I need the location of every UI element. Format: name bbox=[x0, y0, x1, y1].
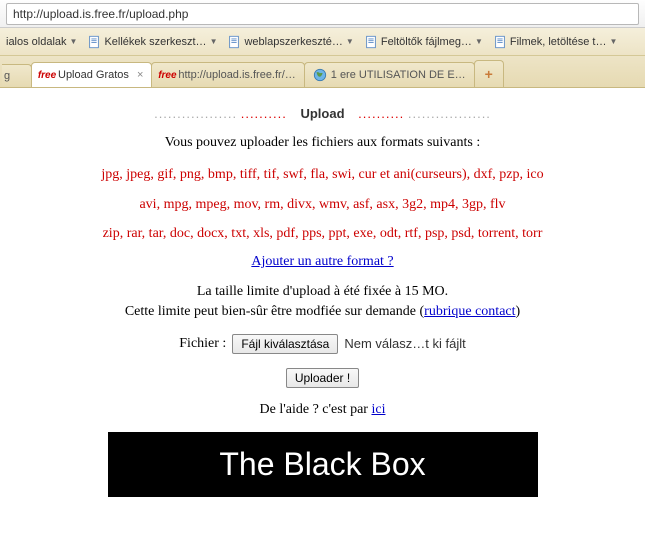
dots-decoration: .................. bbox=[408, 106, 491, 121]
chevron-down-icon: ▼ bbox=[475, 37, 483, 46]
free-icon: free bbox=[160, 68, 174, 82]
plus-icon: + bbox=[485, 66, 493, 82]
help-link[interactable]: ici bbox=[371, 402, 385, 417]
tab[interactable]: g bbox=[2, 64, 32, 87]
dots-decoration: .................. bbox=[154, 106, 237, 121]
help-text: De l'aide ? c'est par ici bbox=[20, 402, 625, 418]
upload-row: Uploader ! bbox=[20, 368, 625, 388]
page-icon bbox=[87, 35, 101, 49]
add-format-link[interactable]: Ajouter un autre format ? bbox=[251, 254, 393, 269]
black-box-banner: The Black Box bbox=[108, 432, 538, 497]
limit-pre: Cette limite peut bien-sûr être modfiée … bbox=[125, 304, 424, 319]
file-status: Nem válasz…t ki fájlt bbox=[344, 336, 465, 351]
bookmark-item[interactable]: Filmek, letöltése t… ▼ bbox=[489, 33, 622, 51]
tab-label: Upload Gratos bbox=[58, 69, 129, 81]
bookmark-item[interactable]: Feltöltők fájlmeg… ▼ bbox=[360, 33, 487, 51]
header-line: .................. .......... Upload ...… bbox=[20, 106, 625, 121]
bookmark-label: Feltöltők fájlmeg… bbox=[381, 36, 472, 48]
limit-post: ) bbox=[516, 304, 521, 319]
page-icon bbox=[227, 35, 241, 49]
limit-text-2: Cette limite peut bien-sûr être modfiée … bbox=[20, 304, 625, 320]
dots-decoration: .......... bbox=[241, 106, 287, 121]
chevron-down-icon: ▼ bbox=[210, 37, 218, 46]
chevron-down-icon: ▼ bbox=[346, 37, 354, 46]
contact-link[interactable]: rubrique contact bbox=[424, 304, 515, 319]
intro-text: Vous pouvez uploader les fichiers aux fo… bbox=[20, 135, 625, 151]
chevron-down-icon: ▼ bbox=[609, 37, 617, 46]
bookmarks-bar: ialos oldalak ▼ Kellékek szerkeszt… ▼ we… bbox=[0, 28, 645, 56]
formats-line-1: jpg, jpeg, gif, png, bmp, tiff, tif, swf… bbox=[20, 165, 625, 185]
free-icon: free bbox=[40, 68, 54, 82]
address-bar bbox=[0, 0, 645, 28]
tab-label: 1 ere UTILISATION DE E… bbox=[331, 69, 466, 81]
bookmark-label: Filmek, letöltése t… bbox=[510, 36, 607, 48]
upload-button[interactable]: Uploader ! bbox=[286, 368, 359, 388]
file-label: Fichier : bbox=[179, 336, 226, 352]
tab[interactable]: free http://upload.is.free.fr/… bbox=[151, 62, 304, 87]
dots-decoration: .......... bbox=[358, 106, 404, 121]
bookmark-item[interactable]: Kellékek szerkeszt… ▼ bbox=[83, 33, 221, 51]
page-icon bbox=[493, 35, 507, 49]
page-icon bbox=[364, 35, 378, 49]
tab-active[interactable]: free Upload Gratos × bbox=[31, 62, 152, 87]
file-row: Fichier : Fájl kiválasztása Nem válasz…t… bbox=[20, 334, 625, 354]
tab-label: http://upload.is.free.fr/… bbox=[178, 69, 295, 81]
tab-label: g bbox=[4, 70, 10, 82]
bookmark-label: Kellékek szerkeszt… bbox=[104, 36, 206, 48]
bookmark-item[interactable]: weblapszerkeszté… ▼ bbox=[223, 33, 357, 51]
formats-line-2: avi, mpg, mpeg, mov, rm, divx, wmv, asf,… bbox=[20, 195, 625, 215]
bookmark-label: ialos oldalak bbox=[6, 36, 67, 48]
tabs-bar: g free Upload Gratos × free http://uploa… bbox=[0, 56, 645, 88]
new-tab-button[interactable]: + bbox=[474, 60, 504, 87]
page-content: .................. .......... Upload ...… bbox=[0, 88, 645, 507]
formats-line-3: zip, rar, tar, doc, docx, txt, xls, pdf,… bbox=[20, 224, 625, 244]
tab[interactable]: 1 ere UTILISATION DE E… bbox=[304, 62, 475, 87]
limit-text-1: La taille limite d'upload à été fixée à … bbox=[20, 284, 625, 300]
help-pre: De l'aide ? c'est par bbox=[260, 402, 372, 417]
page-title: Upload bbox=[300, 106, 344, 121]
url-input[interactable] bbox=[6, 3, 639, 25]
chevron-down-icon: ▼ bbox=[70, 37, 78, 46]
bookmark-item[interactable]: ialos oldalak ▼ bbox=[2, 34, 81, 50]
close-icon[interactable]: × bbox=[137, 69, 143, 81]
file-choose-button[interactable]: Fájl kiválasztása bbox=[232, 334, 338, 354]
globe-icon bbox=[313, 68, 327, 82]
bookmark-label: weblapszerkeszté… bbox=[244, 36, 342, 48]
